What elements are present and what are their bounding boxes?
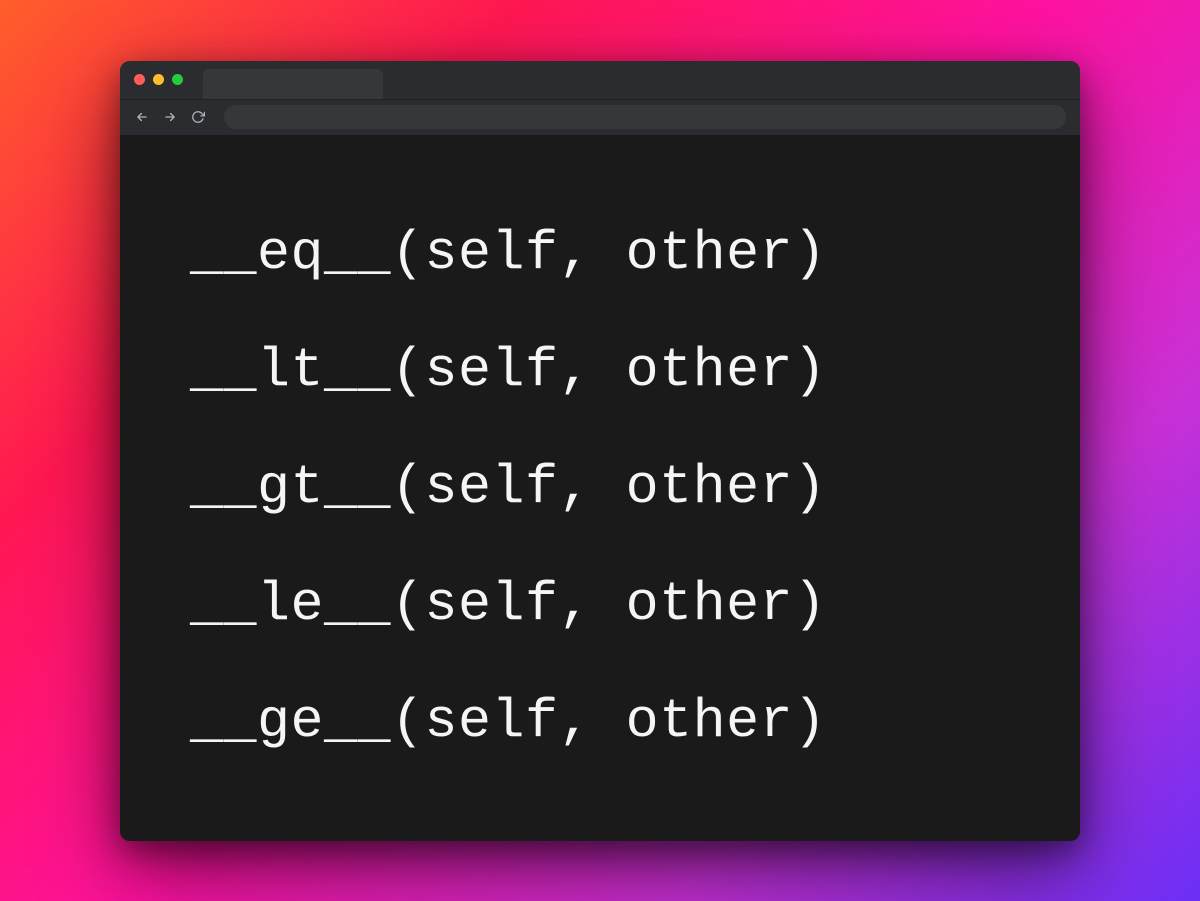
forward-button[interactable]: [162, 109, 178, 125]
minimize-window-button[interactable]: [153, 74, 164, 85]
content-area: __eq__(self, other) __lt__(self, other) …: [120, 135, 1080, 841]
reload-icon: [191, 110, 205, 124]
close-window-button[interactable]: [134, 74, 145, 85]
code-line: __le__(self, other): [190, 573, 1010, 636]
code-line: __ge__(self, other): [190, 690, 1010, 753]
browser-window: __eq__(self, other) __lt__(self, other) …: [120, 61, 1080, 841]
code-line: __gt__(self, other): [190, 456, 1010, 519]
arrow-left-icon: [135, 110, 149, 124]
arrow-right-icon: [163, 110, 177, 124]
tab-bar: [120, 61, 1080, 99]
back-button[interactable]: [134, 109, 150, 125]
browser-tab[interactable]: [203, 69, 383, 99]
nav-bar: [120, 99, 1080, 135]
code-line: __lt__(self, other): [190, 339, 1010, 402]
traffic-lights: [134, 74, 183, 85]
address-bar[interactable]: [224, 105, 1066, 129]
maximize-window-button[interactable]: [172, 74, 183, 85]
reload-button[interactable]: [190, 109, 206, 125]
code-line: __eq__(self, other): [190, 222, 1010, 285]
